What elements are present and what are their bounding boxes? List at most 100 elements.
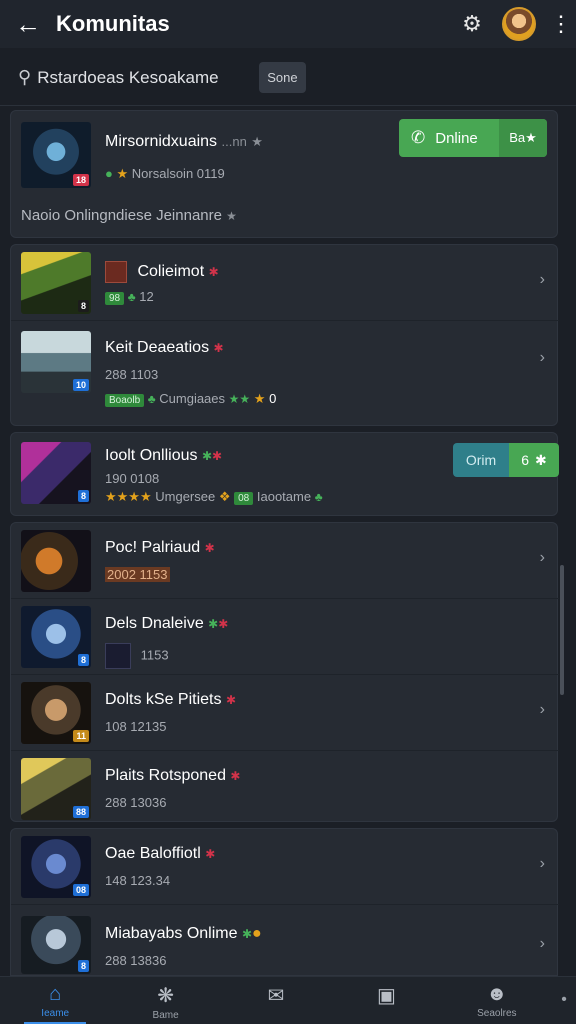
community-name-suffix: ...nn <box>221 134 247 149</box>
community-badge: 10 <box>72 379 89 391</box>
star-icon: ★ <box>253 391 266 406</box>
more-vertical-icon[interactable]: ⋮ <box>546 11 576 37</box>
leaf-icon: ♣ <box>127 290 136 304</box>
chevron-right-icon: › <box>539 701 545 718</box>
star-icon: ★★ <box>228 392 251 406</box>
game-icon <box>105 261 127 283</box>
star-icon: ★ <box>226 209 237 223</box>
list-item[interactable]: 10 Keit Deaeatios ✱ 288 1103 Boaolb ♣ Cu… <box>11 323 559 423</box>
list-item[interactable]: 08 Oae Baloffiotl ✱ 148 123.34 › <box>11 829 559 905</box>
mail-icon: ✉ <box>267 985 285 1007</box>
community-meta: 12 <box>139 289 154 304</box>
community-badge: 8 <box>77 300 89 312</box>
gear-icon[interactable]: ⚙ <box>452 11 492 37</box>
more-dot-icon[interactable]: • <box>552 977 576 1024</box>
community-badge: 8 <box>77 654 89 666</box>
badge-icon: ❖ <box>218 489 231 504</box>
community-meta: 288 13836 <box>105 953 167 968</box>
community-thumbnail: 8 <box>21 252 91 314</box>
community-meta-secondary: Umgersee <box>155 489 216 504</box>
list-item[interactable]: 11 Dolts kSe Pitiets ✱ 108 12135 › <box>11 675 559 751</box>
community-name: Mirsornidxuains <box>105 133 218 150</box>
featured-community-card[interactable]: 18 Mirsornidxuains ...nn ★ ● ★ Norsalsoi… <box>10 110 558 238</box>
nav-item-mail[interactable]: ✉ <box>221 977 331 1024</box>
community-group: 8 Colieimot ✱ 98 ♣ 12 › 10 Keit Deaeatio… <box>10 244 559 426</box>
chevron-right-icon: › <box>539 935 545 952</box>
profile-icon: ☻ <box>486 983 508 1005</box>
member-tag: 08 <box>234 492 254 505</box>
notification-icon: ▣ <box>376 985 396 1007</box>
arrow-left-icon[interactable]: ← <box>0 0 56 48</box>
star-icon: ✱ <box>225 693 236 707</box>
list-item[interactable]: 8 Miabayabs Onlime ✱● 288 13836 › <box>11 909 559 985</box>
community-count: 0 <box>269 391 277 406</box>
online-toggle[interactable]: Orim 6 ✱ <box>453 443 559 477</box>
search-input[interactable] <box>37 67 238 88</box>
list-item[interactable]: 8 Colieimot ✱ 98 ♣ 12 › <box>11 245 559 321</box>
community-name: Colieimot <box>137 263 205 281</box>
search-bar: ⚲ Sone <box>0 50 576 106</box>
nav-item-profile[interactable]: ☻ Seaolres <box>442 977 552 1024</box>
online-count: Ba★ <box>499 119 547 157</box>
nav-item-notifications[interactable]: ▣ <box>331 977 441 1024</box>
list-item[interactable]: 8 Dels Dnaleive ✱✱ 1153 <box>11 599 559 675</box>
community-group: 08 Oae Baloffiotl ✱ 148 123.34 › 8 Miaba… <box>10 828 559 976</box>
community-thumbnail <box>21 530 91 592</box>
community-name: Poc! Palriaud <box>105 539 201 556</box>
online-toggle-count: 6 <box>521 452 530 468</box>
community-name: Ioolt Onllious <box>105 447 198 464</box>
nav-item-game[interactable]: ❋ Bame <box>110 977 220 1024</box>
nav-label: Bame <box>152 1010 179 1021</box>
community-description: Naoio Onlingndiese Jeinnanre <box>21 207 222 224</box>
community-badge: 11 <box>73 730 89 742</box>
community-meta: 2002 1153 <box>105 567 170 582</box>
online-button[interactable]: ✆ Dnline Ba★ <box>399 119 547 157</box>
community-thumbnail: 10 <box>21 331 91 393</box>
leaf-icon: ♣ <box>314 490 323 504</box>
star-icon: ✱ <box>208 265 219 280</box>
community-name: Oae Baloffiotl <box>105 845 201 862</box>
badge-icon: ● <box>252 925 262 942</box>
community-thumbnail: 11 <box>21 682 91 744</box>
user-avatar[interactable] <box>502 7 536 41</box>
list-item[interactable]: 8 Ioolt Onllious ✱✱ 190 0108 ★★★★ Umgers… <box>11 435 559 511</box>
page-title: Komunitas <box>56 11 170 36</box>
chevron-right-icon: › <box>539 855 545 872</box>
community-name: Keit Deaeatios <box>105 339 210 356</box>
rating-stars-icon: ★★★★ <box>105 489 152 504</box>
star-icon: ★ <box>116 166 129 181</box>
search-button[interactable]: Sone <box>259 62 306 93</box>
nav-item-home[interactable]: ⌂ Ieame <box>0 977 110 1024</box>
community-meta: 288 13036 <box>105 795 167 810</box>
scrollbar[interactable] <box>560 565 564 695</box>
community-badge: 18 <box>72 174 89 186</box>
star-icon: ✱ <box>218 617 229 631</box>
home-icon: ⌂ <box>49 983 62 1005</box>
game-icon <box>105 643 131 669</box>
bottom-navigation: ⌂ Ieame ❋ Bame ✉ ▣ ☻ Seaolres • <box>0 976 576 1024</box>
community-name: Dels Dnaleive <box>105 615 204 632</box>
star-icon: ✱ <box>535 451 547 468</box>
star-icon: ✱ <box>230 769 241 783</box>
nav-label: Seaolres <box>477 1008 517 1019</box>
chevron-right-icon: › <box>539 271 545 288</box>
community-thumbnail: 8 <box>21 916 91 974</box>
community-thumbnail: 08 <box>21 836 91 898</box>
community-badge: 8 <box>77 490 89 502</box>
list-item[interactable]: 88 Plaits Rotsponed ✱ 288 13036 <box>11 751 559 827</box>
star-icon: ✱ <box>212 449 223 463</box>
list-item[interactable]: Poc! Palriaud ✱ 2002 1153 › <box>11 523 559 599</box>
community-badge: 88 <box>72 806 89 818</box>
community-thumbnail: 8 <box>21 442 91 504</box>
chevron-right-icon: › <box>539 549 545 566</box>
search-icon: ⚲ <box>18 67 32 87</box>
online-label: Dnline <box>435 129 478 147</box>
community-meta-tertiary: Iaootame <box>256 489 312 504</box>
star-icon: ✱ <box>213 341 224 355</box>
leaf-icon: ✱ <box>241 927 253 941</box>
nav-label: Ieame <box>41 1008 70 1019</box>
community-meta-secondary: Cumgiaaes <box>159 391 226 406</box>
leaf-icon: ✱ <box>201 449 213 463</box>
community-group: Poc! Palriaud ✱ 2002 1153 › 8 Dels Dnale… <box>10 522 559 822</box>
community-thumbnail: 18 <box>21 122 91 188</box>
